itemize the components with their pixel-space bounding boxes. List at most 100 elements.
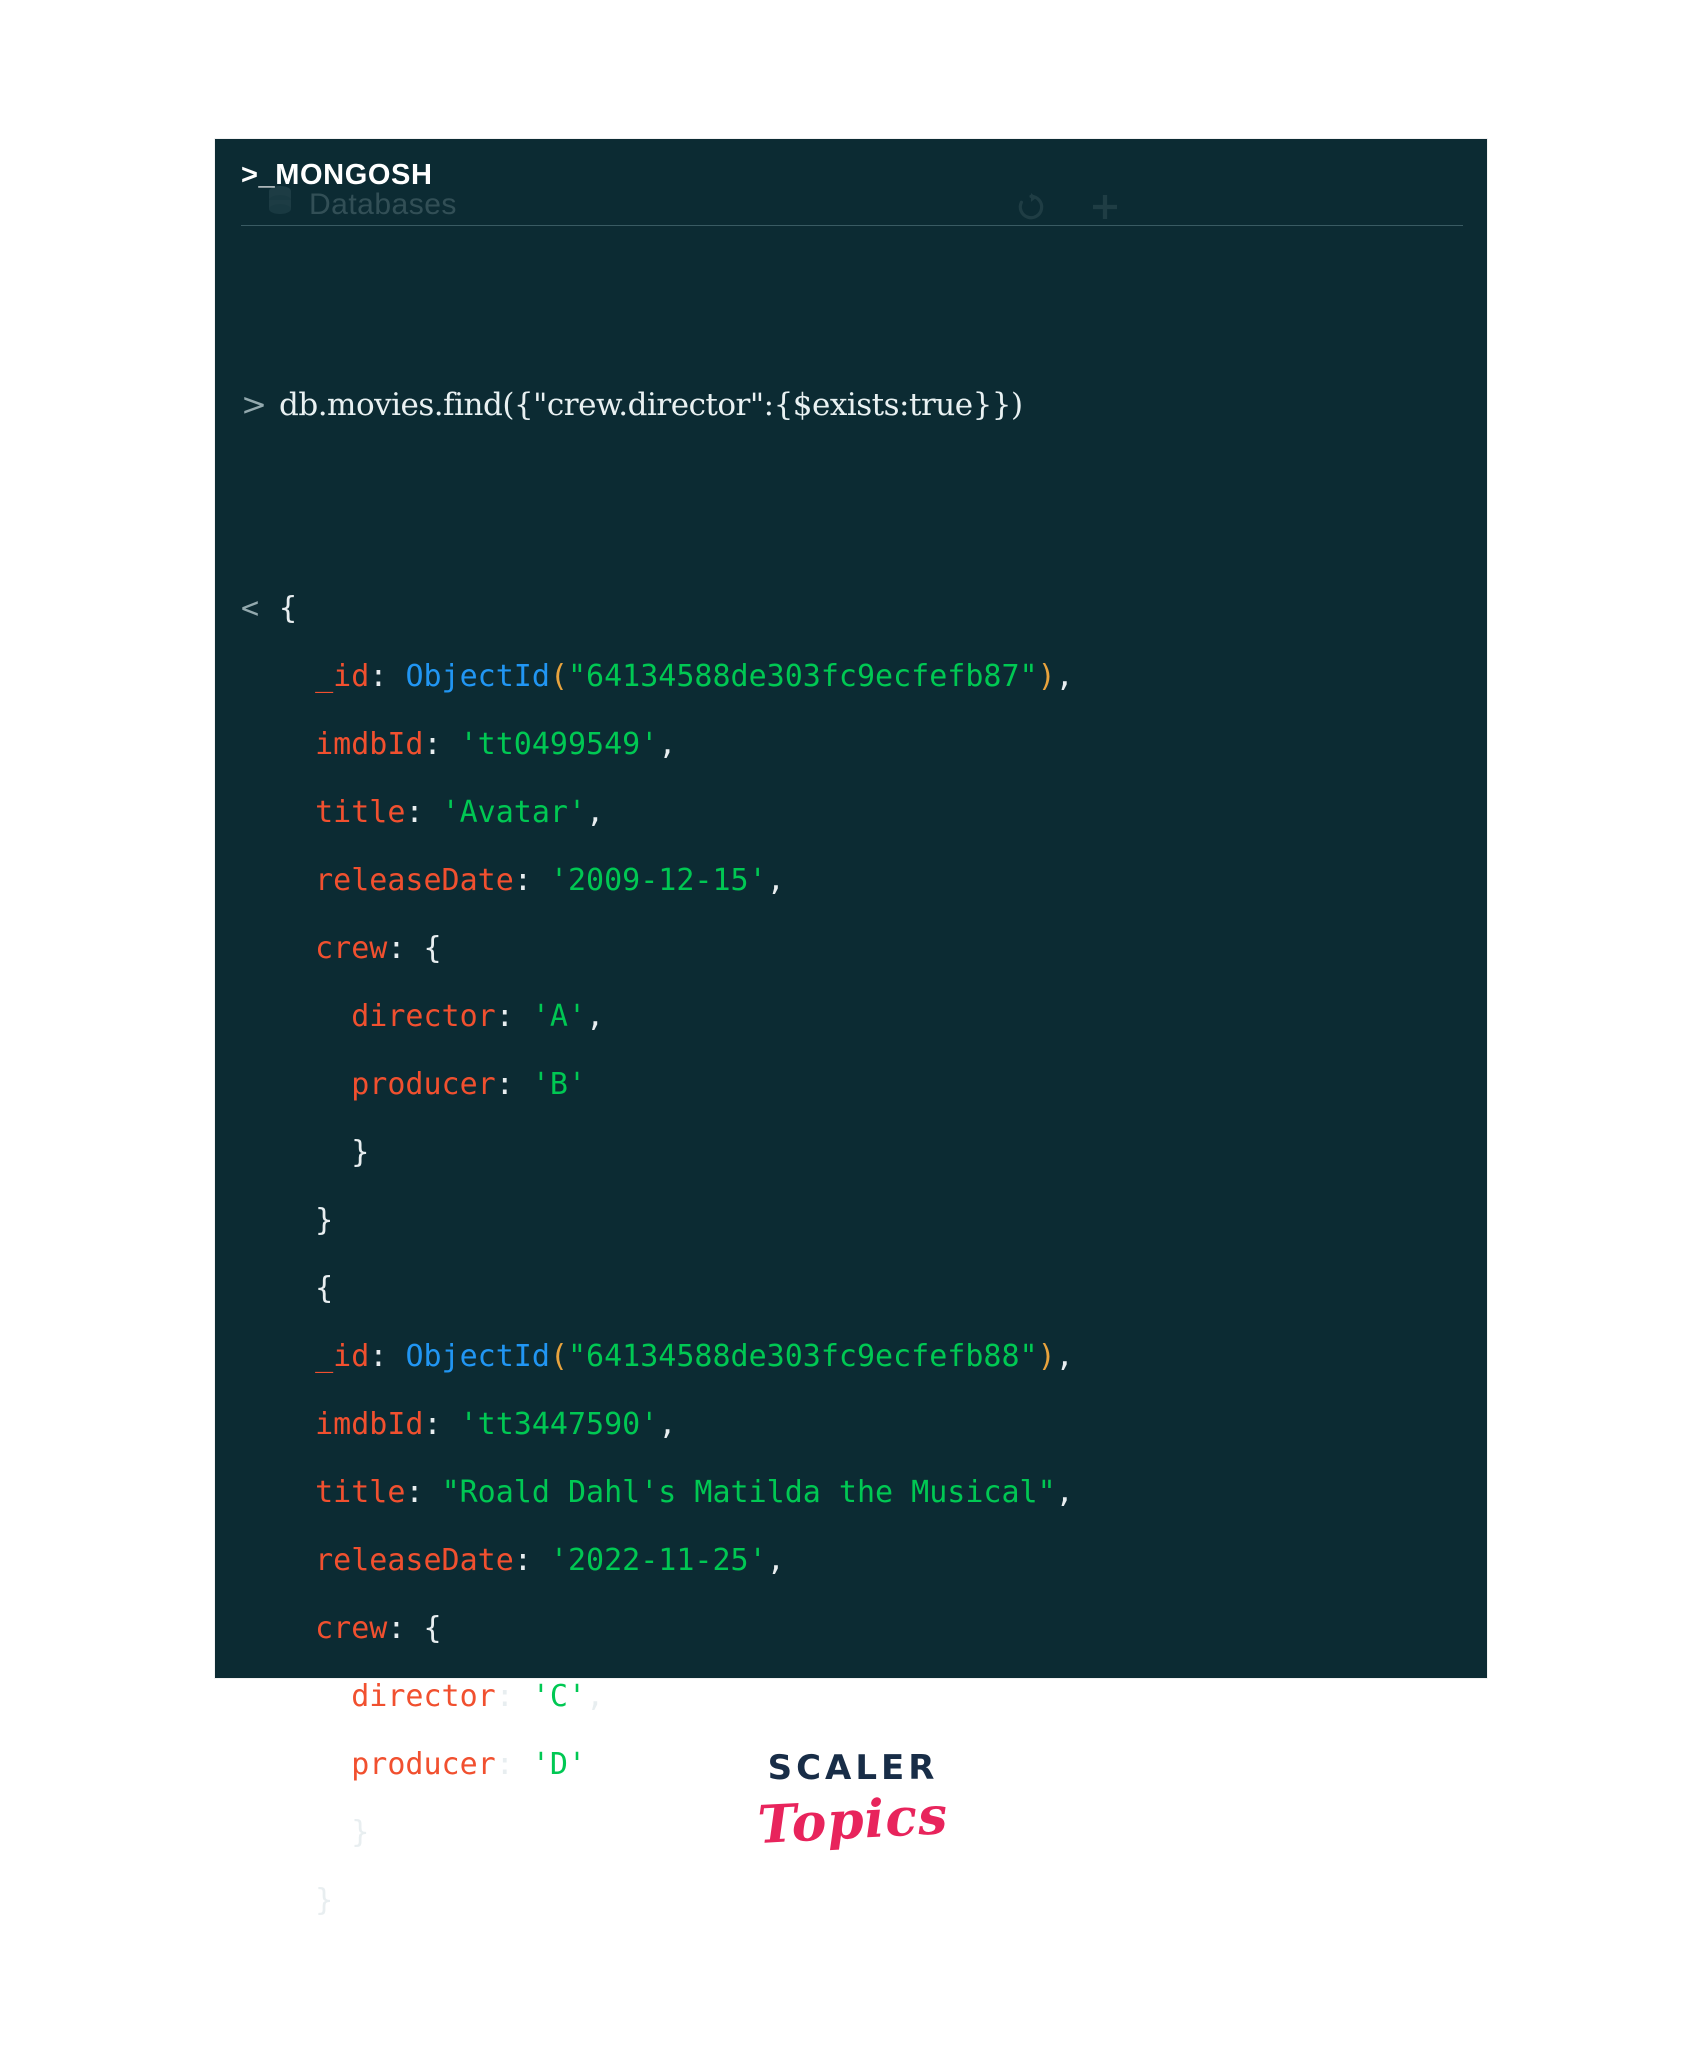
scaler-topics-logo: SCALER Topics <box>0 1748 1706 1856</box>
token-string: 'tt3447590' <box>459 1407 659 1442</box>
token-string: 'A' <box>531 999 587 1034</box>
token-key: title <box>315 1475 406 1510</box>
token-string: 'C' <box>531 1679 587 1714</box>
output-gutter-glyph <box>241 847 279 915</box>
header-divider <box>241 225 1463 226</box>
ghost-action-icons <box>1015 191 1121 228</box>
token-comma: , <box>658 727 677 762</box>
token-brace: { <box>279 591 298 626</box>
token-punct: : <box>495 1679 532 1714</box>
refresh-icon[interactable] <box>1015 191 1047 228</box>
output-line: title: "Roald Dahl's Matilda the Musical… <box>215 1459 1487 1527</box>
output-gutter-glyph <box>241 1391 279 1459</box>
output-gutter-glyph <box>241 643 279 711</box>
output-line: { <box>215 1255 1487 1323</box>
output-gutter-glyph <box>241 1255 279 1323</box>
output-lines: <{ _id: ObjectId("64134588de303fc9ecfefb… <box>215 575 1487 1935</box>
token-key: imdbId <box>315 1407 424 1442</box>
token-key: imdbId <box>315 727 424 762</box>
plus-icon[interactable] <box>1089 191 1121 228</box>
token-string: "64134588de303fc9ecfefb87" <box>568 659 1038 694</box>
token-comma: , <box>766 1543 785 1578</box>
token-key: producer <box>351 1067 496 1102</box>
token-key: crew <box>315 931 388 966</box>
token-brace: } <box>351 1135 370 1170</box>
output-line: _id: ObjectId("64134588de303fc9ecfefb87"… <box>215 643 1487 711</box>
token-func: ObjectId <box>405 659 550 694</box>
token-punct: : <box>369 1339 406 1374</box>
output-gutter-glyph <box>241 1459 279 1527</box>
token-brace: { <box>315 1271 334 1306</box>
token-paren: ( <box>549 659 568 694</box>
token-func: ObjectId <box>405 1339 550 1374</box>
token-comma: , <box>1055 659 1074 694</box>
command-line[interactable]: > db.movies.find({"crew.director":{$exist… <box>215 371 1487 439</box>
output-gutter-glyph <box>241 779 279 847</box>
token-punct: : <box>405 1475 442 1510</box>
token-brace: { <box>423 931 442 966</box>
token-brace: } <box>315 1883 334 1918</box>
token-comma: , <box>658 1407 677 1442</box>
command-text: db.movies.find({"crew.director":{$exists… <box>279 387 1023 423</box>
token-punct: : <box>387 931 424 966</box>
output-line: crew: { <box>215 1595 1487 1663</box>
token-punct: : <box>423 1407 460 1442</box>
token-paren: ( <box>549 1339 568 1374</box>
mongosh-title-text: MONGOSH <box>275 159 433 191</box>
token-punct: : <box>369 659 406 694</box>
token-paren: ) <box>1037 659 1056 694</box>
output-line: imdbId: 'tt0499549', <box>215 711 1487 779</box>
token-brace: } <box>315 1203 334 1238</box>
mongosh-title: >_MONGOSH <box>241 159 433 192</box>
token-punct: : <box>513 1543 550 1578</box>
output-line: imdbId: 'tt3447590', <box>215 1391 1487 1459</box>
prompt-glyph: >_ <box>241 159 276 191</box>
token-paren: ) <box>1037 1339 1056 1374</box>
output-line: <{ <box>215 575 1487 643</box>
token-brace: { <box>423 1611 442 1646</box>
token-string: '2009-12-15' <box>549 863 767 898</box>
token-comma: , <box>586 795 605 830</box>
token-punct: : <box>423 727 460 762</box>
output-line: director: 'C', <box>215 1663 1487 1731</box>
token-key: director <box>351 1679 496 1714</box>
token-punct: : <box>513 863 550 898</box>
token-key: releaseDate <box>315 863 514 898</box>
output-gutter-glyph <box>241 1595 279 1663</box>
token-string: 'Avatar' <box>441 795 587 830</box>
token-comma: , <box>586 1679 605 1714</box>
token-comma: , <box>1055 1339 1074 1374</box>
output-gutter-glyph <box>241 1663 279 1731</box>
token-key: _id <box>315 659 370 694</box>
token-key: director <box>351 999 496 1034</box>
output-line: } <box>215 1187 1487 1255</box>
token-comma: , <box>766 863 785 898</box>
token-punct: : <box>495 999 532 1034</box>
token-comma: , <box>586 999 605 1034</box>
token-string: 'B' <box>531 1067 587 1102</box>
token-key: _id <box>315 1339 370 1374</box>
databases-label: Databases <box>309 187 457 221</box>
mongosh-terminal-window: Databases >_MONGOSH > db.movies.find({"cr… <box>215 139 1487 1918</box>
token-key: title <box>315 795 406 830</box>
token-key: releaseDate <box>315 1543 514 1578</box>
token-punct: : <box>387 1611 424 1646</box>
output-line: producer: 'B' <box>215 1051 1487 1119</box>
output-gutter-glyph: < <box>241 591 260 626</box>
token-string: '2022-11-25' <box>549 1543 767 1578</box>
output-line: title: 'Avatar', <box>215 779 1487 847</box>
output-gutter-glyph <box>241 1527 279 1595</box>
